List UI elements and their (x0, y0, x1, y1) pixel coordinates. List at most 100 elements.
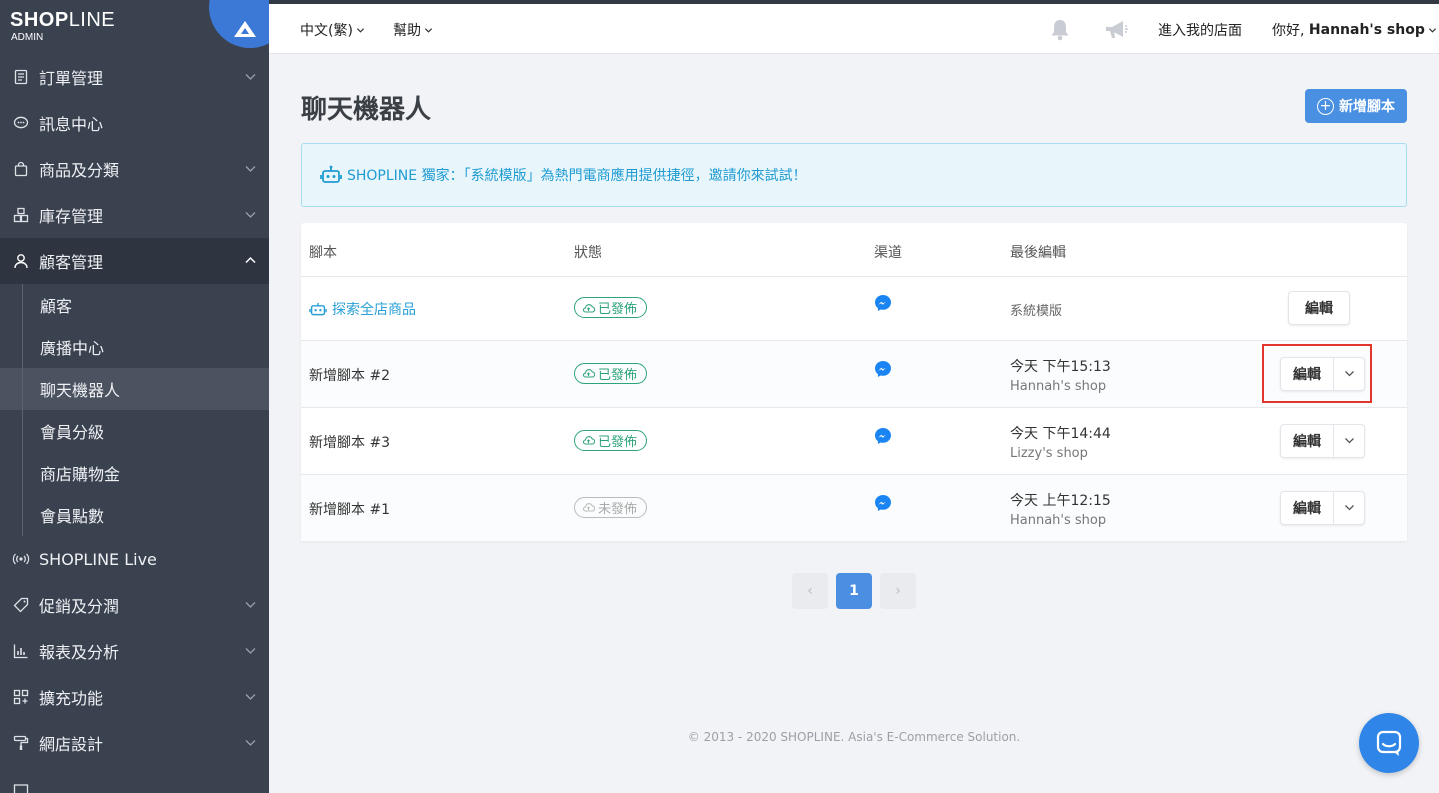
chevron-up-icon (245, 256, 256, 264)
last-edited-cell: 今天 下午14:44 Lizzy's shop (1010, 423, 1111, 461)
shopping-bag-icon (12, 160, 30, 178)
edit-button-group: 編輯 (1288, 291, 1350, 325)
status-label: 已發佈 (598, 434, 638, 450)
edit-button[interactable]: 編輯 (1281, 492, 1333, 524)
bar-chart-icon (12, 642, 30, 660)
add-script-button[interactable]: + 新增腳本 (1305, 89, 1407, 123)
support-chat-button[interactable] (1359, 713, 1419, 773)
sidebar-item-after-0[interactable]: SHOPLINE Live (0, 536, 269, 582)
header-status: 狀態 (574, 245, 602, 261)
edit-button-group: 編輯 (1280, 490, 1365, 525)
status-label: 已發佈 (598, 367, 638, 383)
megaphone-icon[interactable] (1103, 18, 1129, 42)
pagination-next[interactable]: › (880, 573, 916, 609)
channel-cell (874, 427, 892, 449)
sidebar-item-0[interactable]: 訂單管理 (0, 54, 269, 100)
language-label: 中文(繁) (300, 23, 353, 39)
banner-text[interactable]: SHOPLINE 獨家：「系統模版」為熱門電商應用提供捷徑，邀請你來試試！ (347, 165, 807, 185)
chevron-down-icon (356, 27, 365, 33)
sidebar-item-after-3[interactable]: 擴充功能 (0, 674, 269, 720)
sidebar-item-4[interactable]: 顧客管理 (0, 238, 269, 284)
cloud-upload-icon (582, 303, 595, 313)
sidebar-nav: 訂單管理 訊息中心 商品及分類 庫存管理 顧客管理 顧客 廣播中心 聊天機器人 會員分… (0, 54, 269, 793)
sidebar-subitem-3[interactable]: 會員分級 (0, 410, 269, 452)
sidebar-item-label: 訊息中心 (39, 115, 104, 134)
table-row (301, 340, 1407, 407)
chevron-down-icon (1344, 505, 1354, 511)
shopline-mark-icon[interactable] (233, 20, 257, 38)
brand-subtitle: ADMIN (11, 32, 44, 43)
edit-button[interactable]: 編輯 (1281, 425, 1333, 457)
script-name-link[interactable]: 探索全店商品 (309, 299, 416, 319)
cloud-upload-icon (582, 503, 595, 512)
brand-logo[interactable]: SHOPLINE (10, 10, 115, 30)
chevron-down-icon (245, 212, 256, 218)
channel-cell (874, 494, 892, 516)
bell-icon[interactable] (1047, 18, 1073, 42)
channel-cell (874, 360, 892, 382)
account-menu[interactable]: 你好, Hannah's shop (1272, 20, 1437, 40)
chevron-down-icon (1344, 438, 1354, 444)
chevron-down-icon (245, 740, 256, 746)
edit-button[interactable]: 編輯 (1289, 292, 1349, 324)
chevron-down-icon (424, 27, 433, 33)
edit-dropdown-toggle[interactable] (1333, 491, 1364, 524)
messenger-icon (875, 360, 891, 377)
sidebar-subitem-4[interactable]: 商店購物金 (0, 452, 269, 494)
sidebar-item-after-5[interactable] (0, 766, 269, 793)
table-row (301, 276, 1407, 340)
language-selector[interactable]: 中文(繁) (300, 20, 365, 40)
sidebar-subitem-1[interactable]: 廣播中心 (0, 326, 269, 368)
user-icon (12, 252, 30, 270)
enter-store-link[interactable]: 進入我的店面 (1158, 20, 1242, 40)
chat-bubble-icon (12, 114, 30, 132)
edit-button-group: 編輯 (1280, 423, 1365, 458)
status-label: 已發佈 (598, 302, 638, 317)
sidebar-item-after-2[interactable]: 報表及分析 (0, 628, 269, 674)
header-channel: 渠道 (874, 245, 902, 261)
sidebar-subitem-0[interactable]: 顧客 (0, 284, 269, 326)
table-row (301, 407, 1407, 474)
brand-name-bold: SHOP (10, 9, 69, 31)
sidebar-subitem-2[interactable]: 聊天機器人 (0, 368, 269, 410)
last-editor: Hannah's shop (1010, 512, 1107, 528)
status-cell: 未發佈 (574, 496, 648, 518)
last-edited-cell: 今天 上午12:15 Hannah's shop (1010, 490, 1111, 528)
broadcast-icon (12, 550, 30, 568)
footer-copyright: © 2013 - 2020 SHOPLINE. Asia's E-Commerc… (687, 730, 1021, 744)
channel-cell (874, 294, 892, 316)
sidebar-item-after-1[interactable]: 促銷及分潤 (0, 582, 269, 628)
inventory-icon (12, 206, 30, 224)
robot-icon (309, 303, 327, 316)
last-edited-time: 今天 下午14:44 (1010, 425, 1111, 442)
sidebar-item-label: 商品及分類 (39, 161, 120, 180)
pagination-prev[interactable]: ‹ (792, 573, 828, 609)
messenger-icon (875, 494, 891, 511)
sidebar-item-label: 庫存管理 (39, 207, 104, 226)
plus-circle-icon: + (1317, 97, 1334, 115)
apps-grid-icon (12, 688, 30, 706)
status-cell: 已發佈 (574, 362, 648, 384)
last-edited-time: 今天 下午15:13 (1010, 358, 1111, 375)
help-menu[interactable]: 幫助 (393, 20, 433, 40)
sidebar-item-after-4[interactable]: 網店設計 (0, 720, 269, 766)
sidebar-item-label: 訂單管理 (39, 69, 104, 88)
last-edited-cell: 今天 下午15:13 Hannah's shop (1010, 356, 1111, 394)
brand-name-thin: LINE (68, 9, 116, 31)
info-banner: SHOPLINE 獨家：「系統模版」為熱門電商應用提供捷徑，邀請你來試試！ (301, 143, 1407, 207)
status-badge: 未發佈 (574, 496, 648, 518)
chevron-down-icon (245, 74, 256, 80)
page-title: 聊天機器人 (301, 95, 432, 125)
status-badge: 已發佈 (574, 297, 648, 318)
logo-area: SHOPLINE ADMIN (0, 0, 269, 54)
edit-dropdown-toggle[interactable] (1333, 424, 1364, 457)
sidebar-item-2[interactable]: 商品及分類 (0, 146, 269, 192)
status-badge: 已發佈 (574, 362, 648, 384)
status-cell: 已發佈 (574, 297, 648, 318)
pagination-page[interactable]: 1 (836, 573, 872, 609)
cloud-upload-icon (582, 436, 595, 445)
sidebar-subitem-5[interactable]: 會員點數 (0, 494, 269, 536)
sidebar-item-3[interactable]: 庫存管理 (0, 192, 269, 238)
sidebar-item-1[interactable]: 訊息中心 (0, 100, 269, 146)
sidebar-item-label: 網店設計 (39, 735, 104, 754)
